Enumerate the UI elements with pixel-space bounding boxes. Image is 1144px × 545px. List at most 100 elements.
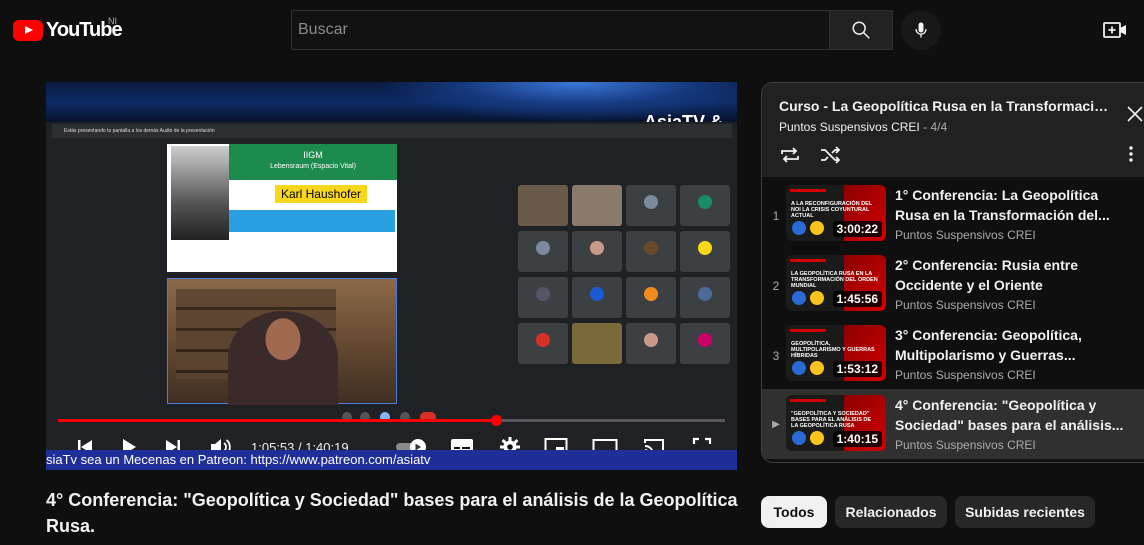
playlist-item-index: 3 [772,349,780,363]
video-frame-space-banner [46,82,737,122]
playlist-channel[interactable]: Puntos Suspensivos CREI [779,120,920,134]
participant-tile [680,323,730,364]
participant-avatar [536,333,550,347]
playlist-item-thumbnail: GEOPOLÍTICA, MULTIPOLARISMO Y GUERRAS HÍ… [786,325,886,381]
video-title: 4° Conferencia: "Geopolítica y Sociedad"… [46,490,738,536]
search-button[interactable] [829,10,893,50]
chip-recent-uploads[interactable]: Subidas recientes [955,496,1095,528]
playlist-title[interactable]: Curso - La Geopolítica Rusa en la Transf… [779,98,1109,114]
participant-tile [626,277,676,318]
participant-avatar [536,241,550,255]
country-code: NI [108,16,117,26]
slide-header: IIGM Lebensraum (Espacio Vital) [229,144,397,180]
playlist-item-title[interactable]: 2° Conferencia: Rusia entre Occidente y … [895,255,1125,295]
thumbnail-accent [790,259,826,262]
slide-text-block [229,210,395,232]
playlist-item[interactable]: 3 GEOPOLÍTICA, MULTIPOLARISMO Y GUERRAS … [762,319,1144,389]
participant-tile [680,185,730,226]
participant-avatar [644,195,658,209]
participant-tile [572,323,622,364]
playlist-item-channel: Puntos Suspensivos CREI [895,298,1036,312]
playlist-item-title[interactable]: 1° Conferencia: La Geopolítica Rusa en l… [895,185,1125,225]
speaker-image [228,311,338,405]
participant-tile [626,323,676,364]
thumbnail-logo-icon [792,361,806,375]
thumbnail-logo-icon [810,291,824,305]
chip-all[interactable]: Todos [761,496,827,528]
search-icon [852,21,870,39]
playlist-item-thumbnail: LA GEOPOLÍTICA RUSA EN LA TRANSFORMACIÓN… [786,255,886,311]
thumbnail-logo-icon [810,431,824,445]
thumbnail-accent [790,329,826,332]
slide-name-label: Karl Haushofer [275,185,367,203]
video-ticker-text: siaTv sea un Mecenas en Patreon: https:/… [46,450,737,470]
participant-tile [518,323,568,364]
participant-tiles [518,185,732,365]
meeting-presenting-bar: Estás presentando tu pantalla a los demá… [52,124,732,138]
participant-avatar [698,241,712,255]
playlist-item-index: 1 [772,209,780,223]
thumbnail-logo-icon [792,221,806,235]
close-icon [1127,106,1143,122]
youtube-logo[interactable]: YouTube [13,19,123,42]
create-button[interactable] [1102,18,1128,42]
participant-avatar [698,195,712,209]
youtube-play-icon [13,20,43,41]
playlist-item[interactable]: 2 LA GEOPOLÍTICA RUSA EN LA TRANSFORMACI… [762,249,1144,319]
thumbnail-logo-icon [810,221,824,235]
playlist-position: 4/4 [930,120,948,134]
participant-tile [680,231,730,272]
playlist-item-index: 2 [772,279,780,293]
playlist-item-channel: Puntos Suspensivos CREI [895,368,1036,382]
thumbnail-accent [790,189,826,192]
participant-avatar [644,241,658,255]
voice-search-button[interactable] [901,10,941,50]
playlist-item-thumbnail: A LA RECONFIGURACIÓN DEL NOI LA CRISIS C… [786,185,886,241]
video-duration-badge: 1:40:15 [832,431,882,447]
participant-tile [626,231,676,272]
thumbnail-logo-icon [792,291,806,305]
loop-icon [781,147,799,163]
microphone-icon [915,22,927,38]
playlist-more-button[interactable] [1128,145,1134,168]
playlist-subtitle: Puntos Suspensivos CREI - 4/4 [779,120,948,134]
close-playlist-button[interactable] [1126,105,1144,125]
thumbnail-logo-icon [810,361,824,375]
slide-portrait-image [171,146,229,240]
playlist-item-channel: Puntos Suspensivos CREI [895,438,1036,452]
top-bar: YouTube NI [0,0,1144,58]
participant-tile [572,185,622,226]
thumbnail-text: GEOPOLÍTICA, MULTIPOLARISMO Y GUERRAS HÍ… [791,341,875,359]
search-input[interactable] [292,11,829,49]
progress-bar[interactable] [58,415,725,426]
thumbnail-text: "GEOPOLÍTICA Y SOCIEDAD" BASES PARA EL A… [791,411,872,429]
participant-tile [518,231,568,272]
playlist-item[interactable]: 1 A LA RECONFIGURACIÓN DEL NOI LA CRISIS… [762,179,1144,249]
video-player[interactable]: AsiaTV & Estás presentando tu pantalla a… [46,82,737,470]
shuffle-icon [821,146,841,164]
video-duration-badge: 1:53:12 [832,361,882,377]
participant-tile [680,277,730,318]
playlist-item-title[interactable]: 3° Conferencia: Geopolítica, Multipolari… [895,325,1125,365]
thumbnail-accent [790,399,826,402]
speaker-camera [167,278,397,405]
playlist-item-title[interactable]: 4° Conferencia: "Geopolítica y Sociedad"… [895,395,1125,435]
presentation-slide: IIGM Lebensraum (Espacio Vital) Karl Hau… [167,144,397,272]
participant-avatar [698,287,712,301]
playlist-header: Curso - La Geopolítica Rusa en la Transf… [762,83,1144,177]
participant-avatar [698,333,712,347]
participant-tile [572,277,622,318]
now-playing-icon: ▶ [772,419,780,430]
thumbnail-text: A LA RECONFIGURACIÓN DEL NOI LA CRISIS C… [791,201,873,219]
participant-tile [626,185,676,226]
participant-tile [518,277,568,318]
thumbnail-logo-icon [792,431,806,445]
chip-related[interactable]: Relacionados [835,496,947,528]
video-duration-badge: 1:45:56 [832,291,882,307]
playlist-item-thumbnail: "GEOPOLÍTICA Y SOCIEDAD" BASES PARA EL A… [786,395,886,451]
playlist-panel: Curso - La Geopolítica Rusa en la Transf… [761,82,1144,463]
participant-tile [572,231,622,272]
playlist-item-current[interactable]: ▶ "GEOPOLÍTICA Y SOCIEDAD" BASES PARA EL… [762,389,1144,459]
shuffle-button[interactable] [818,145,842,170]
loop-button[interactable] [778,145,802,170]
